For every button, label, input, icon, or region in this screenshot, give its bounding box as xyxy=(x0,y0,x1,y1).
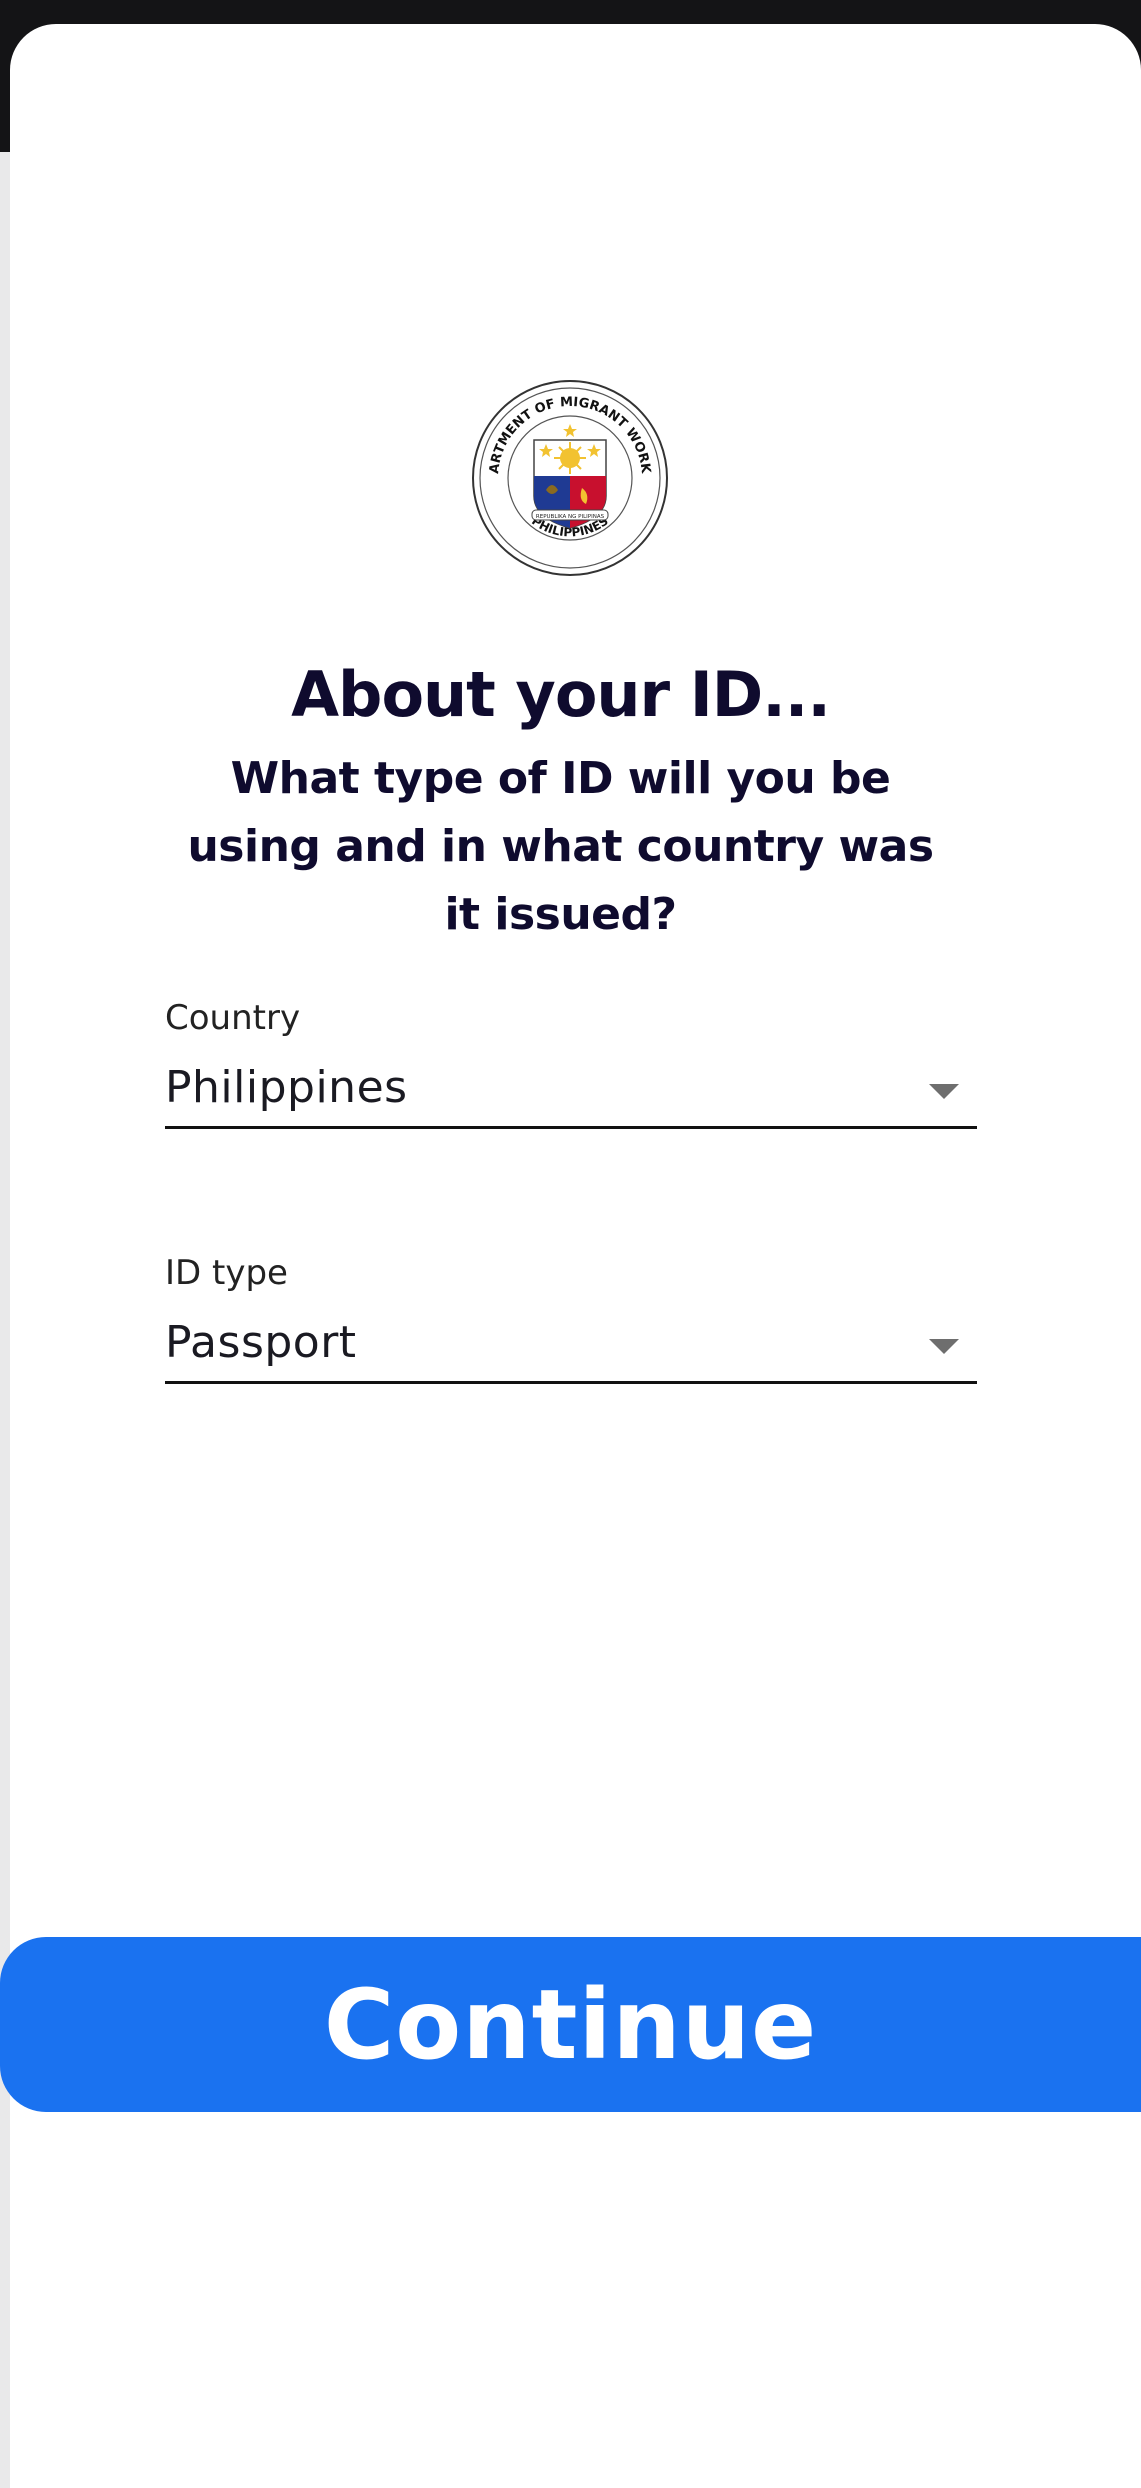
id-type-value: Passport xyxy=(165,1317,357,1368)
country-select[interactable]: Philippines xyxy=(165,1062,977,1129)
continue-button[interactable]: Continue xyxy=(0,1937,1141,2112)
dropdown-caret-icon xyxy=(929,1084,959,1099)
id-type-field: ID type Passport xyxy=(165,1253,977,1384)
id-type-label: ID type xyxy=(165,1253,288,1293)
country-label: Country xyxy=(165,998,301,1038)
dropdown-caret-icon xyxy=(929,1339,959,1354)
id-type-select[interactable]: Passport xyxy=(165,1317,977,1384)
page-subtitle: What type of ID will you be using and in… xyxy=(187,753,934,940)
country-field: Country Philippines xyxy=(165,998,977,1129)
page-title: About your ID... xyxy=(291,658,831,731)
department-seal-logo: DEPARTMENT OF MIGRANT WORKERS PHILIPPINE… xyxy=(470,378,668,576)
seal-inner-text: REPUBLIKA NG PILIPINAS xyxy=(536,514,605,520)
country-value: Philippines xyxy=(165,1062,408,1113)
